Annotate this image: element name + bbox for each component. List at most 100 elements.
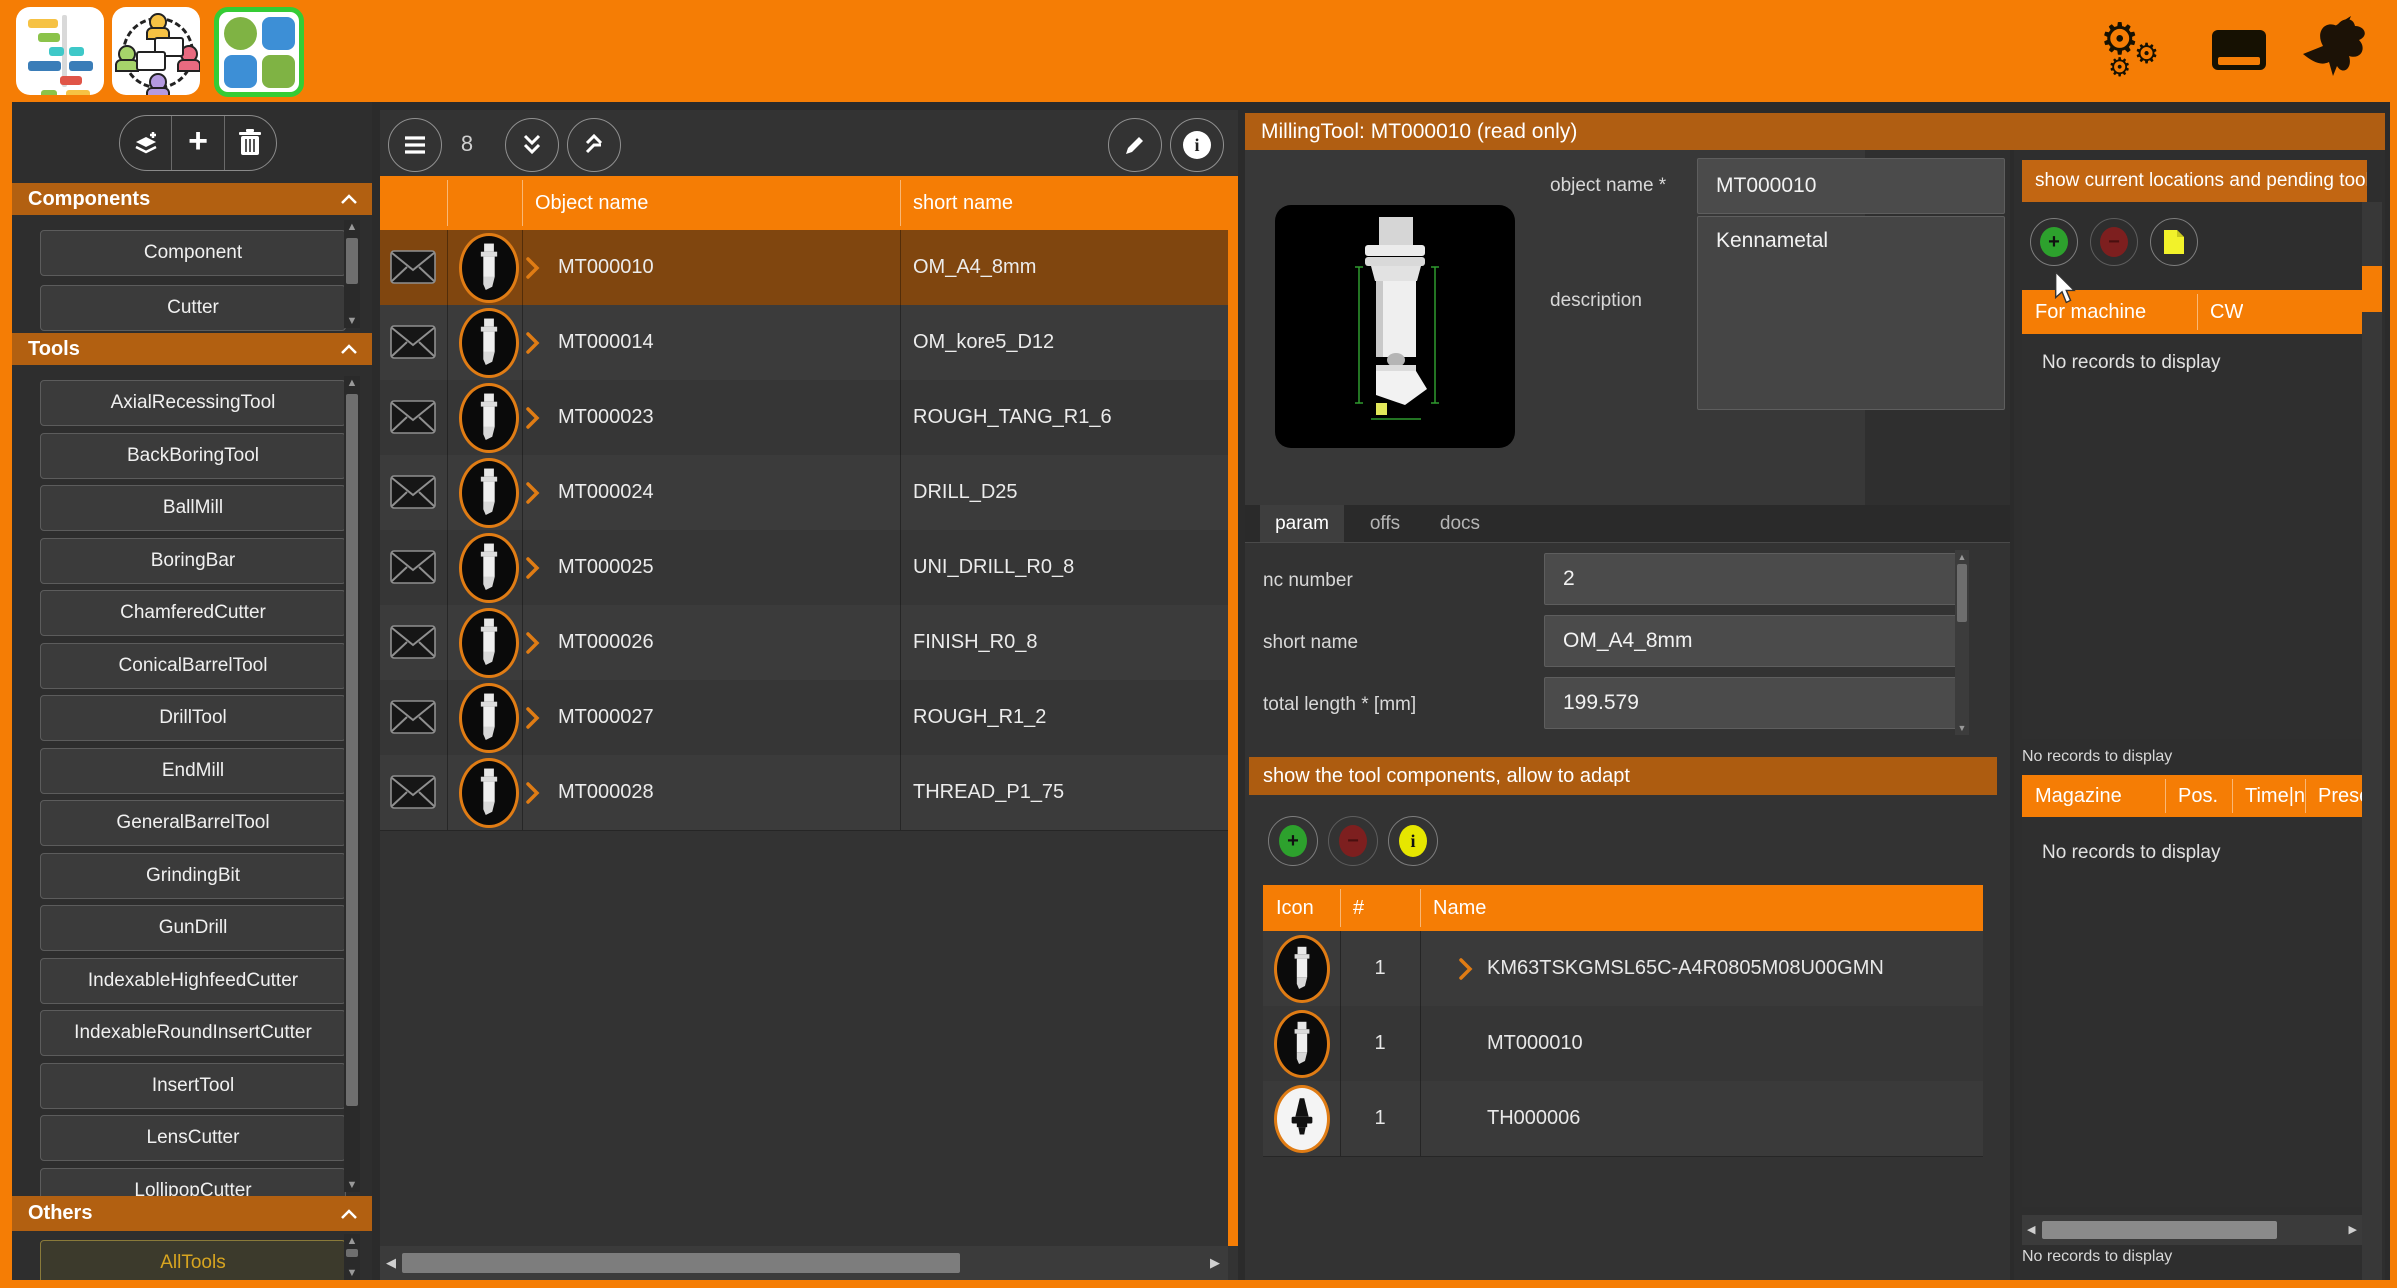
column-header-preset[interactable]: Preset — [2305, 775, 2362, 817]
sidebar-item-conicalbarreltool[interactable]: ConicalBarrelTool — [40, 643, 346, 689]
tool-thumbnail — [459, 758, 519, 828]
short-name-input[interactable]: OM_A4_8mm — [1544, 615, 1964, 667]
component-row-km63tskgmsl65c-a4r0805m08u00gmn[interactable]: 1 KM63TSKGMSL65C-A4R0805M08U00GMN — [1263, 931, 1983, 1007]
double-chevron-down-icon — [520, 133, 544, 157]
column-header-icon[interactable]: Icon — [1263, 885, 1314, 931]
tools-scrollbar[interactable]: ▲ ▼ — [344, 376, 360, 1192]
expand-chevron-icon[interactable] — [526, 557, 540, 584]
component-row-mt000010[interactable]: 1 MT000010 — [1263, 1006, 1983, 1082]
tool-row-mt000027[interactable]: MT000027 ROUGH_R1_2 — [380, 680, 1228, 756]
sidebar-item-alltools[interactable]: AllTools — [40, 1240, 346, 1280]
sidebar-item-grindingbit[interactable]: GrindingBit — [40, 853, 346, 899]
expand-chevron-icon[interactable] — [526, 632, 540, 659]
section-header-components[interactable]: Components — [12, 183, 372, 215]
sidebar-item-lollipopcutter[interactable]: LollipopCutter — [40, 1168, 346, 1197]
add-component-button[interactable]: + — [1268, 816, 1318, 866]
expand-chevron-icon[interactable] — [526, 332, 540, 359]
add-button[interactable]: + — [172, 116, 224, 170]
section-header-tools[interactable]: Tools — [12, 333, 372, 365]
scroll-to-bottom-button[interactable] — [505, 118, 559, 172]
sidebar-item-axialrecessingtool[interactable]: AxialRecessingTool — [40, 380, 346, 426]
column-header-qty[interactable]: # — [1340, 885, 1364, 931]
add-location-button[interactable]: + — [2030, 218, 2078, 266]
sidebar-item-backboringtool[interactable]: BackBoringTool — [40, 433, 346, 479]
tool-row-mt000025[interactable]: MT000025 UNI_DRILL_R0_8 — [380, 530, 1228, 606]
tab-docs[interactable]: docs — [1425, 505, 1495, 542]
settings-gears-icon[interactable]: ⚙ ⚙ ⚙ — [2100, 18, 2170, 88]
description-input[interactable]: Kennametal — [1697, 216, 2005, 410]
application-window: ⚙ ⚙ ⚙ + — [0, 0, 2397, 1288]
tool-row-mt000028[interactable]: MT000028 THREAD_P1_75 — [380, 755, 1228, 831]
components-scrollbar[interactable]: ▲ ▼ — [344, 220, 360, 328]
machine-table-body — [2022, 334, 2362, 739]
magazine-table-header[interactable]: Magazine Pos. Time|n Preset — [2022, 775, 2362, 817]
sidebar-item-cutter[interactable]: Cutter — [40, 285, 346, 331]
components-list: Component Cutter — [12, 215, 372, 333]
tab-offs[interactable]: offs — [1350, 505, 1420, 542]
trash-icon — [238, 129, 262, 157]
expand-chevron-icon[interactable] — [526, 707, 540, 734]
expand-chevron-icon[interactable] — [526, 407, 540, 434]
expand-chevron-icon[interactable] — [1459, 958, 1473, 985]
locations-horizontal-scrollbar[interactable]: ◀ ▶ — [2022, 1215, 2362, 1245]
remove-location-button[interactable]: − — [2090, 218, 2138, 266]
tool-row-mt000024[interactable]: MT000024 DRILL_D25 — [380, 455, 1228, 531]
object-name-input[interactable]: MT000010 — [1697, 158, 2005, 214]
delete-button[interactable] — [225, 116, 276, 170]
expand-chevron-icon[interactable] — [526, 482, 540, 509]
remove-component-button[interactable]: − — [1328, 816, 1378, 866]
sidebar-item-generalbarreltool[interactable]: GeneralBarrelTool — [40, 800, 346, 846]
scroll-to-top-button[interactable] — [567, 118, 621, 172]
tool-list-horizontal-scrollbar[interactable]: ◀ ▶ — [380, 1246, 1228, 1280]
tool-row-mt000026[interactable]: MT000026 FINISH_R0_8 — [380, 605, 1228, 681]
sidebar-item-boringbar[interactable]: BoringBar — [40, 538, 346, 584]
tool-row-mt000023[interactable]: MT000023 ROUGH_TANG_R1_6 — [380, 380, 1228, 456]
document-icon — [2162, 228, 2186, 256]
column-header-cw[interactable]: CW — [2197, 290, 2243, 334]
sidebar-item-inserttool[interactable]: InsertTool — [40, 1063, 346, 1109]
fields-scrollbar[interactable]: ▲ ▼ — [1955, 550, 1969, 735]
tool-list-vertical-scrollbar[interactable] — [1228, 176, 1238, 1246]
others-scrollbar[interactable]: ▲ ▼ — [344, 1234, 360, 1280]
tool-thumbnail — [459, 233, 519, 303]
component-info-button[interactable]: i — [1388, 816, 1438, 866]
column-header-object-name[interactable]: Object name — [522, 176, 913, 230]
sidebar-item-chamferedcutter[interactable]: ChamferedCutter — [40, 590, 346, 636]
column-header-short-name[interactable]: short name — [900, 176, 1241, 230]
section-header-others[interactable]: Others — [12, 1196, 372, 1231]
tool-row-mt000010[interactable]: MT000010 OM_A4_8mm — [380, 230, 1228, 306]
modules-app-icon[interactable] — [214, 7, 304, 97]
hummingbird-icon[interactable] — [2295, 14, 2367, 91]
sidebar-item-component[interactable]: Component — [40, 230, 346, 276]
locations-vertical-scrollbar[interactable] — [2362, 202, 2382, 1280]
gantt-app-icon[interactable] — [16, 7, 104, 95]
sidebar-item-indexablehighfeedcutter[interactable]: IndexableHighfeedCutter — [40, 958, 346, 1004]
sidebar-item-drilltool[interactable]: DrillTool — [40, 695, 346, 741]
expand-chevron-icon[interactable] — [526, 257, 540, 284]
column-header-name[interactable]: Name — [1420, 885, 1486, 931]
expand-chevron-icon[interactable] — [526, 782, 540, 809]
column-header-for-machine[interactable]: For machine — [2022, 290, 2146, 334]
collaboration-app-icon[interactable] — [112, 7, 200, 95]
tool-list-header[interactable]: Object name short name — [380, 176, 1228, 230]
new-layer-button[interactable] — [120, 116, 172, 170]
column-header-magazine[interactable]: Magazine — [2022, 775, 2178, 817]
component-row-th000006[interactable]: 1 TH000006 — [1263, 1081, 1983, 1157]
document-button[interactable] — [2150, 218, 2198, 266]
sidebar-item-endmill[interactable]: EndMill — [40, 748, 346, 794]
sidebar-item-gundrill[interactable]: GunDrill — [40, 905, 346, 951]
tab-param[interactable]: param — [1260, 505, 1344, 542]
components-table-header[interactable]: Icon # Name — [1263, 885, 1983, 931]
list-menu-button[interactable] — [388, 118, 442, 172]
tool-row-mt000014[interactable]: MT000014 OM_kore5_D12 — [380, 305, 1228, 381]
sidebar-item-indexableroundinsertcutter[interactable]: IndexableRoundInsertCutter — [40, 1010, 346, 1056]
nc-number-input[interactable]: 2 — [1544, 553, 1964, 605]
chevron-up-icon — [340, 1208, 358, 1220]
edit-button[interactable] — [1108, 118, 1162, 172]
sidebar-item-lenscutter[interactable]: LensCutter — [40, 1115, 346, 1161]
info-button[interactable]: i — [1170, 118, 1224, 172]
sidebar-item-ballmill[interactable]: BallMill — [40, 485, 346, 531]
tool-preview-image[interactable] — [1275, 205, 1515, 448]
scrollbar-thumb[interactable] — [2362, 266, 2382, 312]
total-length-input[interactable]: 199.579 — [1544, 677, 1964, 729]
